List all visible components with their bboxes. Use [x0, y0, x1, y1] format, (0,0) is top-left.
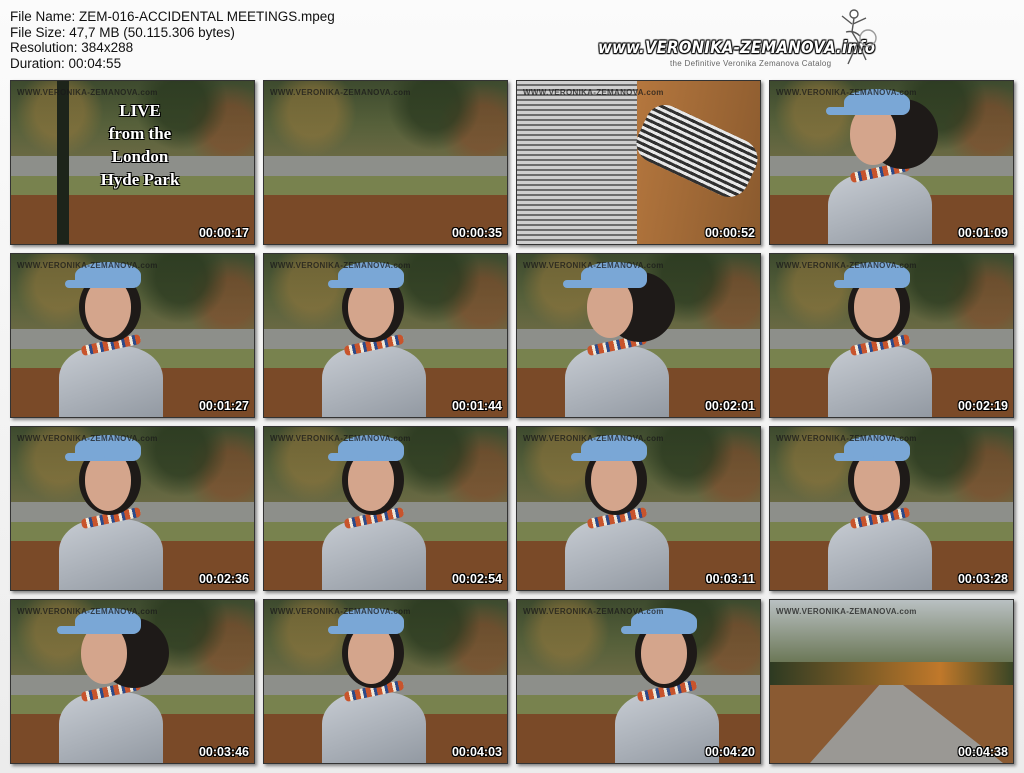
- thumbnail-frame-park-path: [264, 81, 507, 244]
- thumbnail-frame-walking: [517, 600, 760, 763]
- thumbnail-frame-front: [770, 427, 1013, 590]
- person-figure: [51, 254, 171, 417]
- video-thumbnail[interactable]: WWW.VERONIKA-ZEMANOVA.com 00:03:46: [10, 599, 255, 764]
- video-thumbnail[interactable]: WWW.VERONIKA-ZEMANOVA.com 00:00:52: [516, 80, 761, 245]
- thumbnail-frame-blur: [517, 81, 760, 244]
- thumbnail-watermark: WWW.VERONIKA-ZEMANOVA.com: [17, 434, 158, 443]
- timestamp: 00:03:46: [198, 745, 249, 759]
- logo-tagline: the Definitive Veronika Zemanova Catalog: [670, 59, 832, 68]
- thumbnail-frame-front: [264, 427, 507, 590]
- figure-silhouette-icon: [841, 9, 877, 65]
- video-thumbnail[interactable]: WWW.VERONIKA-ZEMANOVA.com LIVE from the Lon…: [10, 80, 255, 245]
- timestamp: 00:04:20: [704, 745, 755, 759]
- thumbnail-frame-front: [264, 600, 507, 763]
- timestamp: 00:00:52: [704, 226, 755, 240]
- person-figure: [314, 600, 434, 763]
- thumbnail-watermark: WWW.VERONIKA-ZEMANOVA.com: [270, 607, 411, 616]
- video-thumbnail[interactable]: WWW.VERONIKA-ZEMANOVA.com 00:01:09: [769, 80, 1014, 245]
- thumbnail-watermark: WWW.VERONIKA-ZEMANOVA.com: [523, 607, 664, 616]
- video-thumbnail[interactable]: WWW.VERONIKA-ZEMANOVA.com 00:03:11: [516, 426, 761, 591]
- thumbnail-frame-front: [770, 254, 1013, 417]
- thumbnail-watermark: WWW.VERONIKA-ZEMANOVA.com: [270, 88, 411, 97]
- thumbnail-frame-front: [517, 427, 760, 590]
- thumbnail-watermark: WWW.VERONIKA-ZEMANOVA.com: [776, 607, 917, 616]
- thumbnail-frame-profile: [517, 254, 760, 417]
- person-figure: [820, 254, 940, 417]
- timestamp: 00:02:54: [451, 572, 502, 586]
- timestamp: 00:00:17: [198, 226, 249, 240]
- video-thumbnail[interactable]: WWW.VERONIKA-ZEMANOVA.com 00:02:54: [263, 426, 508, 591]
- thumbnail-frame-front: [11, 427, 254, 590]
- thumbnail-watermark: WWW.VERONIKA-ZEMANOVA.com: [17, 261, 158, 270]
- video-thumbnail[interactable]: WWW.VERONIKA-ZEMANOVA.com 00:02:36: [10, 426, 255, 591]
- timestamp: 00:02:19: [957, 399, 1008, 413]
- resolution: Resolution: 384x288: [10, 40, 134, 55]
- thumbnail-watermark: WWW.VERONIKA-ZEMANOVA.com: [270, 261, 411, 270]
- thumbnail-frame-profile: [11, 600, 254, 763]
- thumbnail-watermark: WWW.VERONIKA-ZEMANOVA.com: [776, 88, 917, 97]
- thumbnail-watermark: WWW.VERONIKA-ZEMANOVA.com: [776, 261, 917, 270]
- thumbnail-watermark: WWW.VERONIKA-ZEMANOVA.com: [523, 88, 664, 97]
- video-thumbnail[interactable]: WWW.VERONIKA-ZEMANOVA.com 00:04:20: [516, 599, 761, 764]
- timestamp: 00:04:03: [451, 745, 502, 759]
- video-thumbnail[interactable]: WWW.VERONIKA-ZEMANOVA.com 00:02:19: [769, 253, 1014, 418]
- video-thumbnail[interactable]: WWW.VERONIKA-ZEMANOVA.com 00:04:03: [263, 599, 508, 764]
- person-figure: [314, 427, 434, 590]
- person-figure: [820, 81, 940, 244]
- thumbnail-watermark: WWW.VERONIKA-ZEMANOVA.com: [17, 88, 158, 97]
- person-figure: [607, 600, 727, 763]
- timestamp: 00:00:35: [451, 226, 502, 240]
- timestamp: 00:02:01: [704, 399, 755, 413]
- person-figure: [314, 254, 434, 417]
- thumbnail-watermark: WWW.VERONIKA-ZEMANOVA.com: [523, 261, 664, 270]
- file-info: File Name: ZEM-016-ACCIDENTAL MEETINGS.m…: [10, 9, 335, 71]
- thumbnail-frame-profile: [770, 81, 1013, 244]
- timestamp: 00:01:44: [451, 399, 502, 413]
- title-overlay-line: LIVE: [119, 101, 161, 120]
- file-name: File Name: ZEM-016-ACCIDENTAL MEETINGS.m…: [10, 9, 335, 24]
- thumbnail-watermark: WWW.VERONIKA-ZEMANOVA.com: [776, 434, 917, 443]
- timestamp: 00:01:09: [957, 226, 1008, 240]
- video-thumbnail[interactable]: WWW.VERONIKA-ZEMANOVA.com 00:02:01: [516, 253, 761, 418]
- timestamp: 00:03:28: [957, 572, 1008, 586]
- person-figure: [820, 427, 940, 590]
- thumbnail-watermark: WWW.VERONIKA-ZEMANOVA.com: [17, 607, 158, 616]
- thumbnail-watermark: WWW.VERONIKA-ZEMANOVA.com: [523, 434, 664, 443]
- thumbnail-watermark: WWW.VERONIKA-ZEMANOVA.com: [270, 434, 411, 443]
- person-figure: [557, 427, 677, 590]
- thumbnail-frame-front: [264, 254, 507, 417]
- person-figure: [557, 254, 677, 417]
- duration: Duration: 00:04:55: [10, 55, 122, 71]
- title-overlay-line: from the: [108, 124, 172, 143]
- person-figure: [51, 427, 171, 590]
- thumbnail-frame-front: [11, 254, 254, 417]
- video-thumbnail[interactable]: WWW.VERONIKA-ZEMANOVA.com 00:04:38: [769, 599, 1014, 764]
- timestamp: 00:01:27: [198, 399, 249, 413]
- video-thumbnail[interactable]: WWW.VERONIKA-ZEMANOVA.com 00:00:35: [263, 80, 508, 245]
- title-overlay: LIVE from the London Hyde Park: [85, 99, 195, 191]
- thumbnail-frame-avenue: [770, 600, 1013, 763]
- title-overlay-line: London: [111, 147, 169, 166]
- site-logo: www.VERONIKA-ZEMANOVA.info the Definitiv…: [598, 8, 888, 70]
- video-thumbnail[interactable]: WWW.VERONIKA-ZEMANOVA.com 00:03:28: [769, 426, 1014, 591]
- timestamp: 00:04:38: [957, 745, 1008, 759]
- person-figure: [51, 600, 171, 763]
- timestamp: 00:02:36: [198, 572, 249, 586]
- timestamp: 00:03:11: [705, 572, 755, 586]
- file-size: File Size: 47,7 MB (50.115.306 bytes): [10, 24, 235, 40]
- video-thumbnail[interactable]: WWW.VERONIKA-ZEMANOVA.com 00:01:44: [263, 253, 508, 418]
- video-thumbnail[interactable]: WWW.VERONIKA-ZEMANOVA.com 00:01:27: [10, 253, 255, 418]
- logo-site-text: www.VERONIKA-ZEMANOVA.info: [598, 38, 876, 58]
- title-overlay-line: Hyde Park: [100, 170, 180, 189]
